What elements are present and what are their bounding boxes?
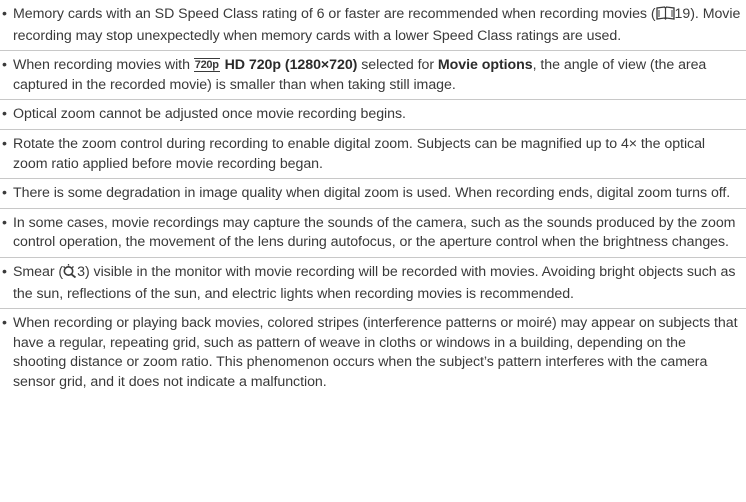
list-item: Smear ( 3) visible in the monitor with mo… <box>0 263 746 304</box>
bullet-text: Memory cards with an SD Speed Class rati… <box>13 6 656 22</box>
menu-name: Movie options <box>437 57 533 74</box>
list-item: When recording or playing back movies, c… <box>0 314 746 392</box>
divider <box>0 178 746 180</box>
bullet-text: Optical zoom cannot be adjusted once mov… <box>13 106 406 123</box>
bullet-text: When recording or playing back movies, c… <box>13 315 738 390</box>
movie-option-name: HD 720p (1280×720) <box>224 57 358 74</box>
bullet-text-middle: selected for <box>357 57 438 74</box>
page-reference: 19 <box>674 6 691 22</box>
list-item: In some cases, movie recordings may capt… <box>0 214 746 253</box>
list-item: Memory cards with an SD Speed Class rati… <box>0 5 746 46</box>
list-item: Optical zoom cannot be adjusted once mov… <box>0 105 746 125</box>
divider <box>0 256 746 258</box>
tips-reference-icon <box>63 263 77 285</box>
bullet-text-continued: ) visible in the monitor with movie reco… <box>13 263 736 302</box>
list-item: When recording movies with 720p HD 720p … <box>0 56 746 95</box>
manual-page: Memory cards with an SD Speed Class rati… <box>0 0 746 502</box>
bullet-text: When recording movies with <box>13 57 194 74</box>
list-item: There is some degradation in image quali… <box>0 184 746 204</box>
hd-720p-movie-icon: 720p <box>193 58 220 73</box>
bullet-text: Rotate the zoom control during recording… <box>13 135 706 172</box>
page-reference: 3 <box>77 263 85 280</box>
divider <box>0 207 746 209</box>
divider <box>0 308 746 310</box>
divider <box>0 128 746 130</box>
divider <box>0 50 746 52</box>
divider <box>0 99 746 101</box>
bullet-text: There is some degradation in image quali… <box>13 185 731 202</box>
list-item: Rotate the zoom control during recording… <box>0 135 746 174</box>
book-reference-icon <box>655 6 675 27</box>
bullet-text: In some cases, movie recordings may capt… <box>13 214 736 251</box>
notes-bullet-list: Memory cards with an SD Speed Class rati… <box>0 0 746 393</box>
bullet-text: Smear ( <box>13 263 64 280</box>
